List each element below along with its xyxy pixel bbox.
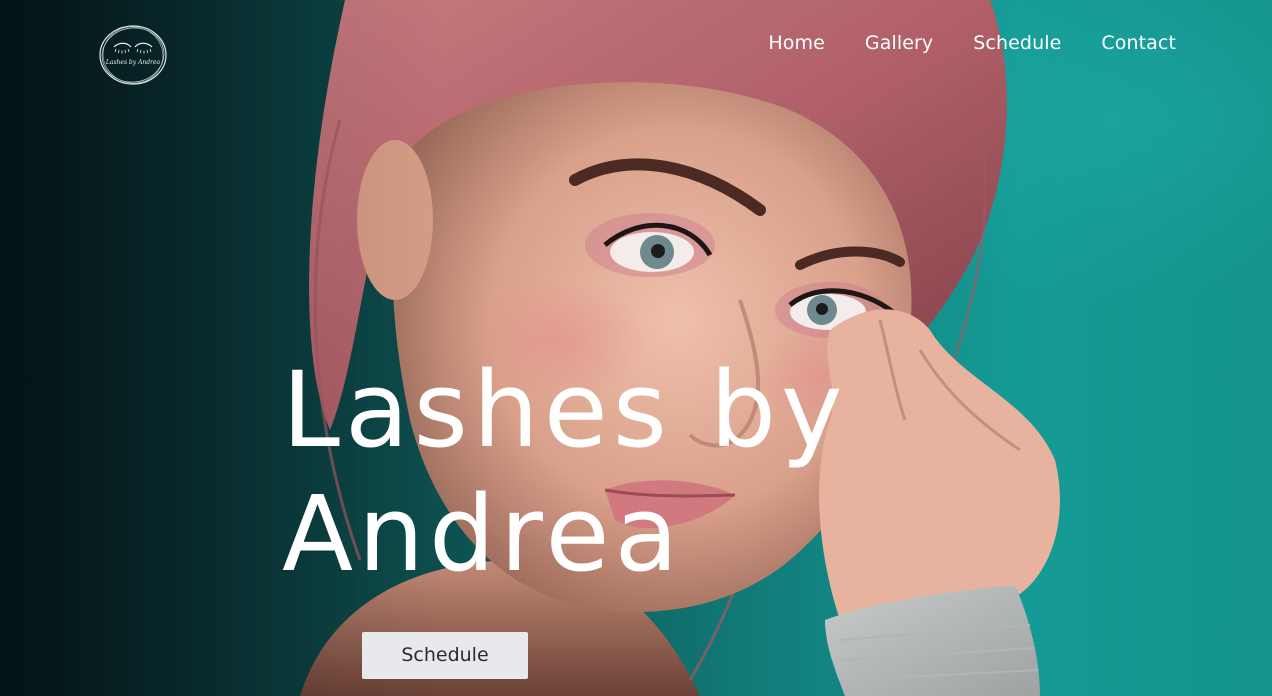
nav-link-contact[interactable]: Contact	[1101, 30, 1176, 56]
nav-link-schedule[interactable]: Schedule	[973, 30, 1061, 56]
hero-title-line-1: Lashes by	[282, 349, 848, 471]
hero-section: Lashes by Andrea Home Gallery Schedule C…	[0, 0, 1272, 696]
logo-text: Lashes by Andrea	[105, 59, 161, 66]
lashes-logo-icon: Lashes by Andrea	[99, 25, 167, 85]
schedule-button[interactable]: Schedule	[362, 632, 528, 679]
nav-link-home[interactable]: Home	[768, 30, 825, 56]
nav-link-gallery[interactable]: Gallery	[865, 30, 933, 56]
main-nav: Home Gallery Schedule Contact	[768, 30, 1176, 56]
hero-title-line-2: Andrea	[282, 473, 684, 595]
site-logo[interactable]: Lashes by Andrea	[97, 23, 169, 87]
hero-title: Lashes by Andrea	[282, 348, 922, 596]
